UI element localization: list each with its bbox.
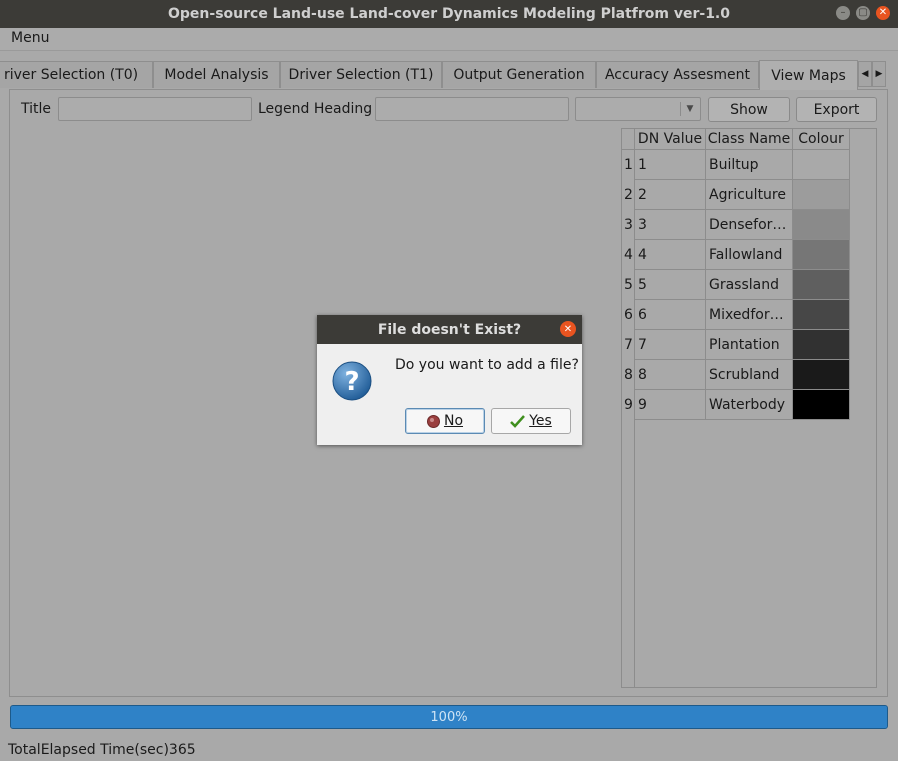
column-header-class-name[interactable]: Class Name <box>706 129 793 150</box>
window-title: Open-source Land-use Land-cover Dynamics… <box>168 6 730 22</box>
class-name-cell[interactable]: Agriculture <box>706 180 793 210</box>
yes-button-label: Yes <box>529 413 552 429</box>
row-number: 8 <box>624 367 633 383</box>
table-row[interactable]: 3 3 Densefor… <box>622 210 850 240</box>
tab-scroll-left-icon[interactable]: ◀ <box>858 61 872 87</box>
chevron-down-icon: ▼ <box>680 98 700 120</box>
column-header-dn-value[interactable]: DN Value <box>635 129 706 150</box>
map-select-dropdown[interactable]: ▼ <box>575 97 701 121</box>
row-number: 7 <box>624 337 633 353</box>
tab-scroll-right-icon[interactable]: ▶ <box>872 61 886 87</box>
progress-text: 100% <box>430 709 468 725</box>
table-corner <box>622 129 635 150</box>
row-number: 5 <box>624 277 633 293</box>
colour-cell[interactable] <box>793 180 850 210</box>
tab-label: Driver Selection (T1) <box>288 67 434 83</box>
row-number: 4 <box>624 247 633 263</box>
table-row[interactable]: 4 4 Fallowland <box>622 240 850 270</box>
table-header: DN Value Class Name Colour <box>622 129 876 150</box>
no-button[interactable]: No <box>405 408 485 434</box>
close-icon[interactable]: ✕ <box>876 6 890 20</box>
menu-item-menu[interactable]: Menu <box>11 30 49 46</box>
colour-cell[interactable] <box>793 210 850 240</box>
class-name-cell[interactable]: Densefor… <box>706 210 793 240</box>
dn-value-cell[interactable]: 2 <box>635 180 706 210</box>
maximize-icon[interactable]: ▢ <box>856 6 870 20</box>
table-row[interactable]: 9 9 Waterbody <box>622 390 850 420</box>
class-name-cell[interactable]: Mixedfor… <box>706 300 793 330</box>
colour-cell[interactable] <box>793 330 850 360</box>
colour-cell[interactable] <box>793 270 850 300</box>
yes-button[interactable]: Yes <box>491 408 571 434</box>
column-header-colour[interactable]: Colour <box>793 129 850 150</box>
stop-icon <box>426 414 440 428</box>
no-button-label: No <box>443 413 464 429</box>
tab-driver-selection-t1[interactable]: Driver Selection (T1) <box>280 61 442 88</box>
class-name-cell[interactable]: Grassland <box>706 270 793 300</box>
dn-value-cell[interactable]: 5 <box>635 270 706 300</box>
menubar: Menu <box>0 28 898 51</box>
table-row[interactable]: 2 2 Agriculture <box>622 180 850 210</box>
tab-accuracy-assesment[interactable]: Accuracy Assesment <box>596 61 759 88</box>
colour-cell[interactable] <box>793 390 850 420</box>
dn-value-cell[interactable]: 3 <box>635 210 706 240</box>
window-titlebar: Open-source Land-use Land-cover Dynamics… <box>0 0 898 28</box>
colour-cell[interactable] <box>793 150 850 180</box>
tab-label: Output Generation <box>453 67 585 83</box>
colour-cell[interactable] <box>793 240 850 270</box>
tab-label: Model Analysis <box>164 67 269 83</box>
dn-value-cell[interactable]: 8 <box>635 360 706 390</box>
status-bar-text: TotalElapsed Time(sec)365 <box>8 742 196 758</box>
export-button[interactable]: Export <box>796 97 877 122</box>
colour-cell[interactable] <box>793 300 850 330</box>
checkmark-icon <box>510 415 526 428</box>
dialog-title: File doesn't Exist? <box>317 315 582 344</box>
legend-heading-label: Legend Heading <box>258 101 373 117</box>
question-icon: ? <box>332 361 372 401</box>
tab-output-generation[interactable]: Output Generation <box>442 61 596 88</box>
dn-value-cell[interactable]: 6 <box>635 300 706 330</box>
tab-model-analysis[interactable]: Model Analysis <box>153 61 280 88</box>
class-name-cell[interactable]: Waterbody <box>706 390 793 420</box>
minimize-icon[interactable]: – <box>836 6 850 20</box>
tab-label: View Maps <box>771 67 846 84</box>
svg-text:?: ? <box>344 367 359 397</box>
file-exists-dialog: File doesn't Exist? ✕ ? Do you want to a… <box>317 315 582 445</box>
table-row[interactable]: 1 1 Builtup <box>622 150 850 180</box>
colour-cell[interactable] <box>793 360 850 390</box>
legend-table: DN Value Class Name Colour 1 1 Builtup 2… <box>621 128 877 688</box>
tab-driver-selection-t0[interactable]: river Selection (T0) <box>0 61 153 88</box>
title-input[interactable] <box>58 97 252 121</box>
table-row[interactable]: 6 6 Mixedfor… <box>622 300 850 330</box>
title-label: Title <box>21 101 52 117</box>
dn-value-cell[interactable]: 9 <box>635 390 706 420</box>
row-number: 3 <box>624 217 633 233</box>
class-name-cell[interactable]: Scrubland <box>706 360 793 390</box>
row-number: 2 <box>624 187 633 203</box>
table-row[interactable]: 8 8 Scrubland <box>622 360 850 390</box>
tab-view-maps[interactable]: View Maps <box>759 60 858 90</box>
progress-bar: 100% <box>10 705 888 729</box>
dn-value-cell[interactable]: 7 <box>635 330 706 360</box>
dn-value-cell[interactable]: 4 <box>635 240 706 270</box>
class-name-cell[interactable]: Builtup <box>706 150 793 180</box>
table-row[interactable]: 7 7 Plantation <box>622 330 850 360</box>
row-number: 1 <box>624 157 633 173</box>
dn-value-cell[interactable]: 1 <box>635 150 706 180</box>
dialog-close-icon[interactable]: ✕ <box>560 321 576 337</box>
legend-heading-input[interactable] <box>375 97 569 121</box>
row-number: 9 <box>624 397 633 413</box>
show-button[interactable]: Show <box>708 97 790 122</box>
row-number: 6 <box>624 307 633 323</box>
class-name-cell[interactable]: Plantation <box>706 330 793 360</box>
dialog-message: Do you want to add a file? <box>395 357 579 373</box>
tab-bar: river Selection (T0) Model Analysis Driv… <box>0 60 898 90</box>
tab-label: Accuracy Assesment <box>604 67 751 83</box>
tab-label: river Selection (T0) <box>4 67 139 83</box>
class-name-cell[interactable]: Fallowland <box>706 240 793 270</box>
table-row[interactable]: 5 5 Grassland <box>622 270 850 300</box>
